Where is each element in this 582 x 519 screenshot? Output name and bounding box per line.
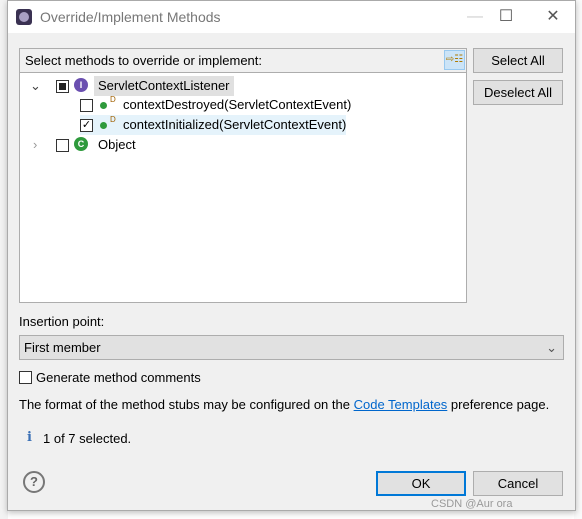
help-icon[interactable]: ? bbox=[23, 471, 45, 493]
checkbox[interactable] bbox=[19, 371, 32, 384]
info-text-prefix: The format of the method stubs may be co… bbox=[19, 397, 354, 412]
public-method-icon bbox=[100, 122, 107, 129]
window-title: Override/Implement Methods bbox=[40, 9, 221, 25]
watermark: CSDN @Aur ora bbox=[431, 498, 513, 510]
tree-item-contextinitialized[interactable]: ✓ D contextInitialized(ServletContextEve… bbox=[80, 115, 346, 135]
deselect-all-button[interactable]: Deselect All bbox=[473, 80, 563, 105]
info-icon: i bbox=[27, 430, 32, 445]
methods-label-bar: Select methods to override or implement:… bbox=[19, 48, 467, 72]
generate-comments-label: Generate method comments bbox=[36, 370, 201, 385]
default-badge: D bbox=[110, 95, 116, 104]
method-stubs-info: The format of the method stubs may be co… bbox=[19, 397, 549, 412]
methods-label: Select methods to override or implement: bbox=[25, 53, 262, 68]
tree-checkbox-partial[interactable] bbox=[56, 80, 69, 93]
method-label: contextDestroyed(ServletContextEvent) bbox=[123, 97, 352, 112]
methods-tree[interactable]: ⌄ I ServletContextListener D contextDest… bbox=[19, 72, 467, 303]
info-text-suffix: preference page. bbox=[447, 397, 550, 412]
close-button[interactable]: ✕ bbox=[538, 5, 568, 29]
tree-item-object[interactable]: › C Object bbox=[20, 135, 160, 155]
sort-icon: ⇨☷ bbox=[445, 54, 464, 65]
tree-item-servletcontextlistener[interactable]: ⌄ I ServletContextListener bbox=[20, 76, 234, 96]
class-icon: C bbox=[74, 137, 88, 151]
tree-checkbox[interactable] bbox=[56, 139, 69, 152]
method-checkbox[interactable] bbox=[80, 99, 93, 112]
chevron-right-icon[interactable]: › bbox=[33, 135, 37, 155]
insertion-point-select[interactable]: First member ⌄ bbox=[19, 335, 564, 360]
chevron-down-icon: ⌄ bbox=[546, 340, 557, 355]
insertion-point-value: First member bbox=[24, 340, 101, 355]
method-label: contextInitialized(ServletContextEvent) bbox=[123, 117, 347, 132]
cancel-button[interactable]: Cancel bbox=[473, 471, 563, 496]
tree-item-contextdestroyed[interactable]: D contextDestroyed(ServletContextEvent) bbox=[80, 95, 380, 115]
title-bar: Override/Implement Methods — ☐ ✕ bbox=[8, 1, 575, 33]
public-method-icon bbox=[100, 102, 107, 109]
sort-by-order-toggle[interactable]: ⇨☷ bbox=[444, 50, 465, 70]
default-badge: D bbox=[110, 115, 116, 124]
select-all-button[interactable]: Select All bbox=[473, 48, 563, 73]
selection-status: 1 of 7 selected. bbox=[43, 431, 132, 446]
insertion-point-label: Insertion point: bbox=[19, 314, 105, 329]
method-checkbox-checked[interactable]: ✓ bbox=[80, 119, 93, 132]
eclipse-icon bbox=[16, 9, 32, 25]
tree-item-label: Object bbox=[98, 137, 136, 152]
maximize-button[interactable]: ☐ bbox=[491, 5, 521, 29]
ok-button[interactable]: OK bbox=[376, 471, 466, 496]
override-implement-dialog: Override/Implement Methods — ☐ ✕ Select … bbox=[7, 0, 576, 511]
interface-icon: I bbox=[74, 78, 88, 92]
minimize-button[interactable]: — bbox=[460, 5, 490, 29]
chevron-down-icon[interactable]: ⌄ bbox=[30, 76, 41, 96]
code-templates-link[interactable]: Code Templates bbox=[354, 397, 448, 412]
